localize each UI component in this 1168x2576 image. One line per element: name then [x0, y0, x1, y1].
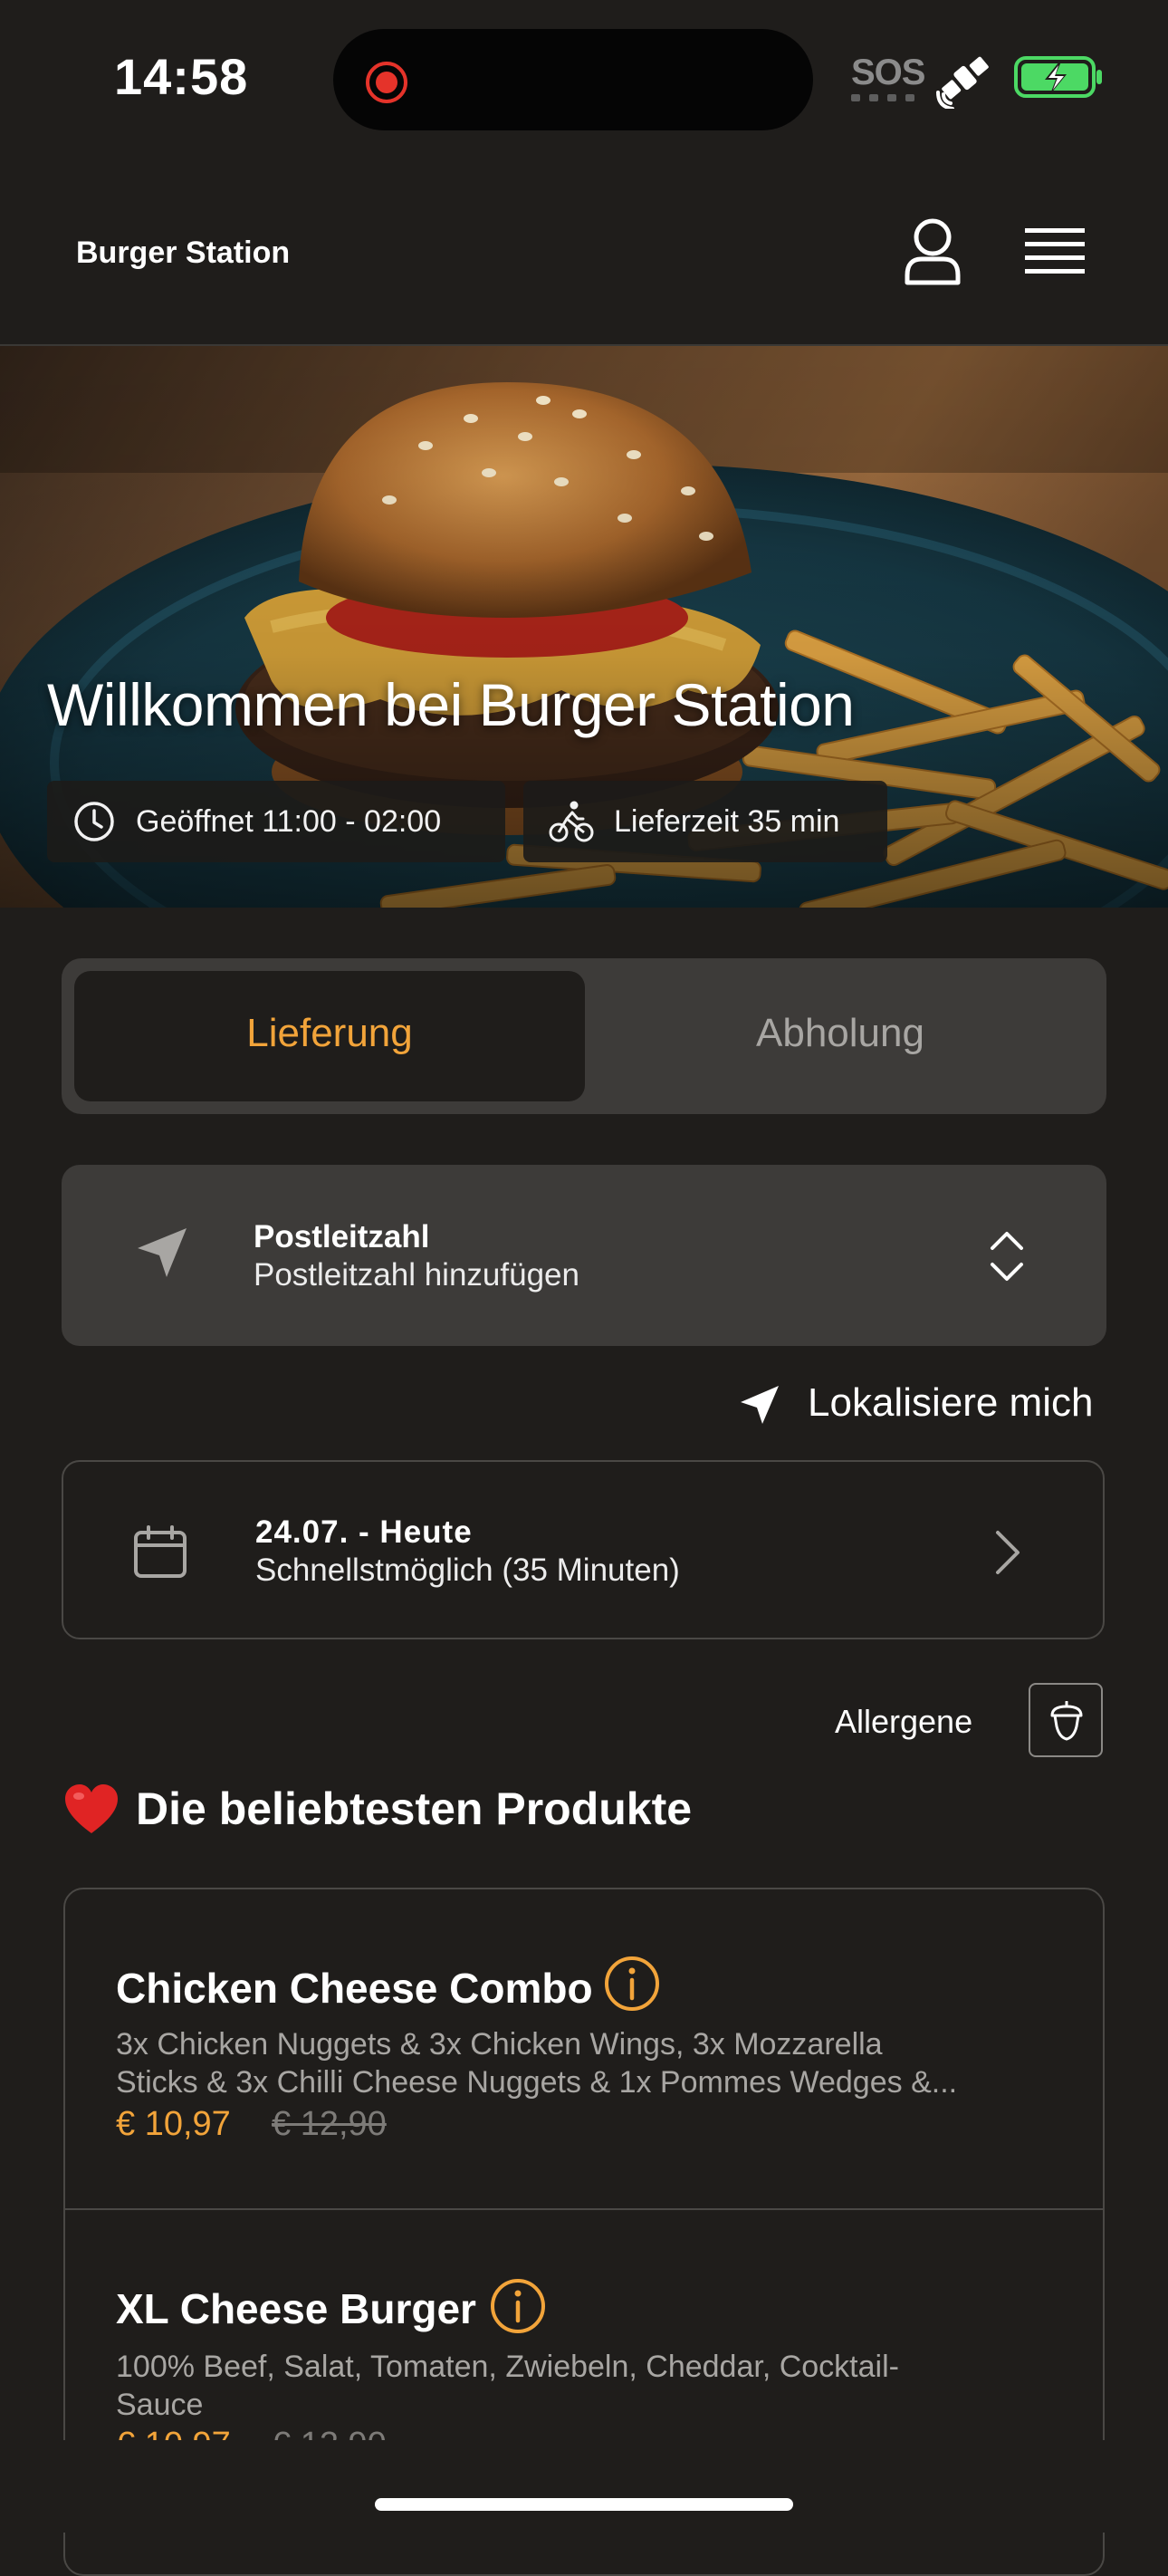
signal-dots-icon: [851, 94, 914, 101]
clock-icon: [74, 802, 114, 841]
chevron-right-icon: [996, 1531, 1020, 1574]
allergens-button[interactable]: [1029, 1683, 1103, 1757]
home-indicator[interactable]: [375, 2498, 793, 2511]
tab-pickup[interactable]: Abholung: [585, 1011, 1096, 1056]
brand-logo-text[interactable]: Burger Station: [76, 235, 290, 271]
bottom-safe-area: [0, 2440, 1168, 2533]
chevron-up-down-icon: [991, 1232, 1023, 1281]
info-icon[interactable]: [603, 1955, 661, 2013]
delivery-time-option: Schnellstmöglich (35 Minuten): [255, 1552, 680, 1588]
product-price: € 10,97: [116, 2105, 231, 2143]
user-icon[interactable]: [904, 217, 962, 286]
menu-icon[interactable]: [1025, 226, 1085, 279]
delivery-time-chip: Lieferzeit 35 min: [523, 781, 887, 862]
satellite-icon: [936, 56, 989, 109]
product-old-price: € 12,90: [272, 2426, 387, 2440]
location-arrow-icon: [138, 1228, 187, 1277]
hero-title: Willkommen bei Burger Station: [47, 671, 855, 738]
battery-charging-icon: [1014, 56, 1102, 98]
postal-code-selector[interactable]: [62, 1165, 1106, 1346]
tab-delivery[interactable]: Lieferung: [74, 1011, 585, 1056]
opening-hours-chip: Geöffnet 11:00 - 02:00: [47, 781, 505, 862]
product-description-line: Sauce: [116, 2388, 204, 2422]
product-description: 100% Beef, Salat, Tomaten, Zwiebeln, Che…: [116, 2348, 1085, 2424]
product-name[interactable]: XL Cheese Burger: [116, 2284, 476, 2333]
locate-me-button[interactable]: Lokalisiere mich: [808, 1380, 1093, 1426]
status-time: 14:58: [114, 48, 249, 105]
product-name[interactable]: Chicken Cheese Combo: [116, 1964, 593, 2013]
postal-code-placeholder[interactable]: Postleitzahl hinzufügen: [254, 1257, 579, 1293]
product-price: € 10,97: [116, 2426, 231, 2440]
product-description-line: Sticks & 3x Chilli Cheese Nuggets & 1x P…: [116, 2065, 958, 2100]
postal-code-label: Postleitzahl: [254, 1219, 430, 1254]
opening-hours-text: Geöffnet 11:00 - 02:00: [136, 803, 442, 839]
popular-products-heading: Die beliebtesten Produkte: [136, 1783, 693, 1834]
info-icon[interactable]: [489, 2277, 547, 2335]
product-old-price: € 12,90: [272, 2105, 387, 2143]
allergens-label[interactable]: Allergene: [835, 1703, 972, 1741]
calendar-icon: [134, 1525, 187, 1578]
product-description-line: 100% Beef, Salat, Tomaten, Zwiebeln, Che…: [116, 2350, 899, 2384]
product-description-line: 3x Chicken Nuggets & 3x Chicken Wings, 3…: [116, 2027, 883, 2062]
delivery-time-text: Lieferzeit 35 min: [614, 803, 840, 839]
delivery-date: 24.07. - Heute: [255, 1514, 473, 1550]
acorn-icon: [1050, 1701, 1083, 1741]
sos-label: SOS: [851, 53, 925, 92]
recording-dot-icon: [366, 62, 407, 103]
heart-icon: [65, 1784, 118, 1833]
delivery-time-selector[interactable]: [62, 1460, 1105, 1639]
navigation-arrow-icon[interactable]: [737, 1382, 782, 1427]
product-list-scroll-area: XL Cheese Burger 100% Beef, Salat, Tomat…: [0, 2210, 1168, 2440]
product-description: 3x Chicken Nuggets & 3x Chicken Wings, 3…: [116, 2025, 1085, 2101]
delivery-cyclist-icon: [549, 801, 594, 842]
